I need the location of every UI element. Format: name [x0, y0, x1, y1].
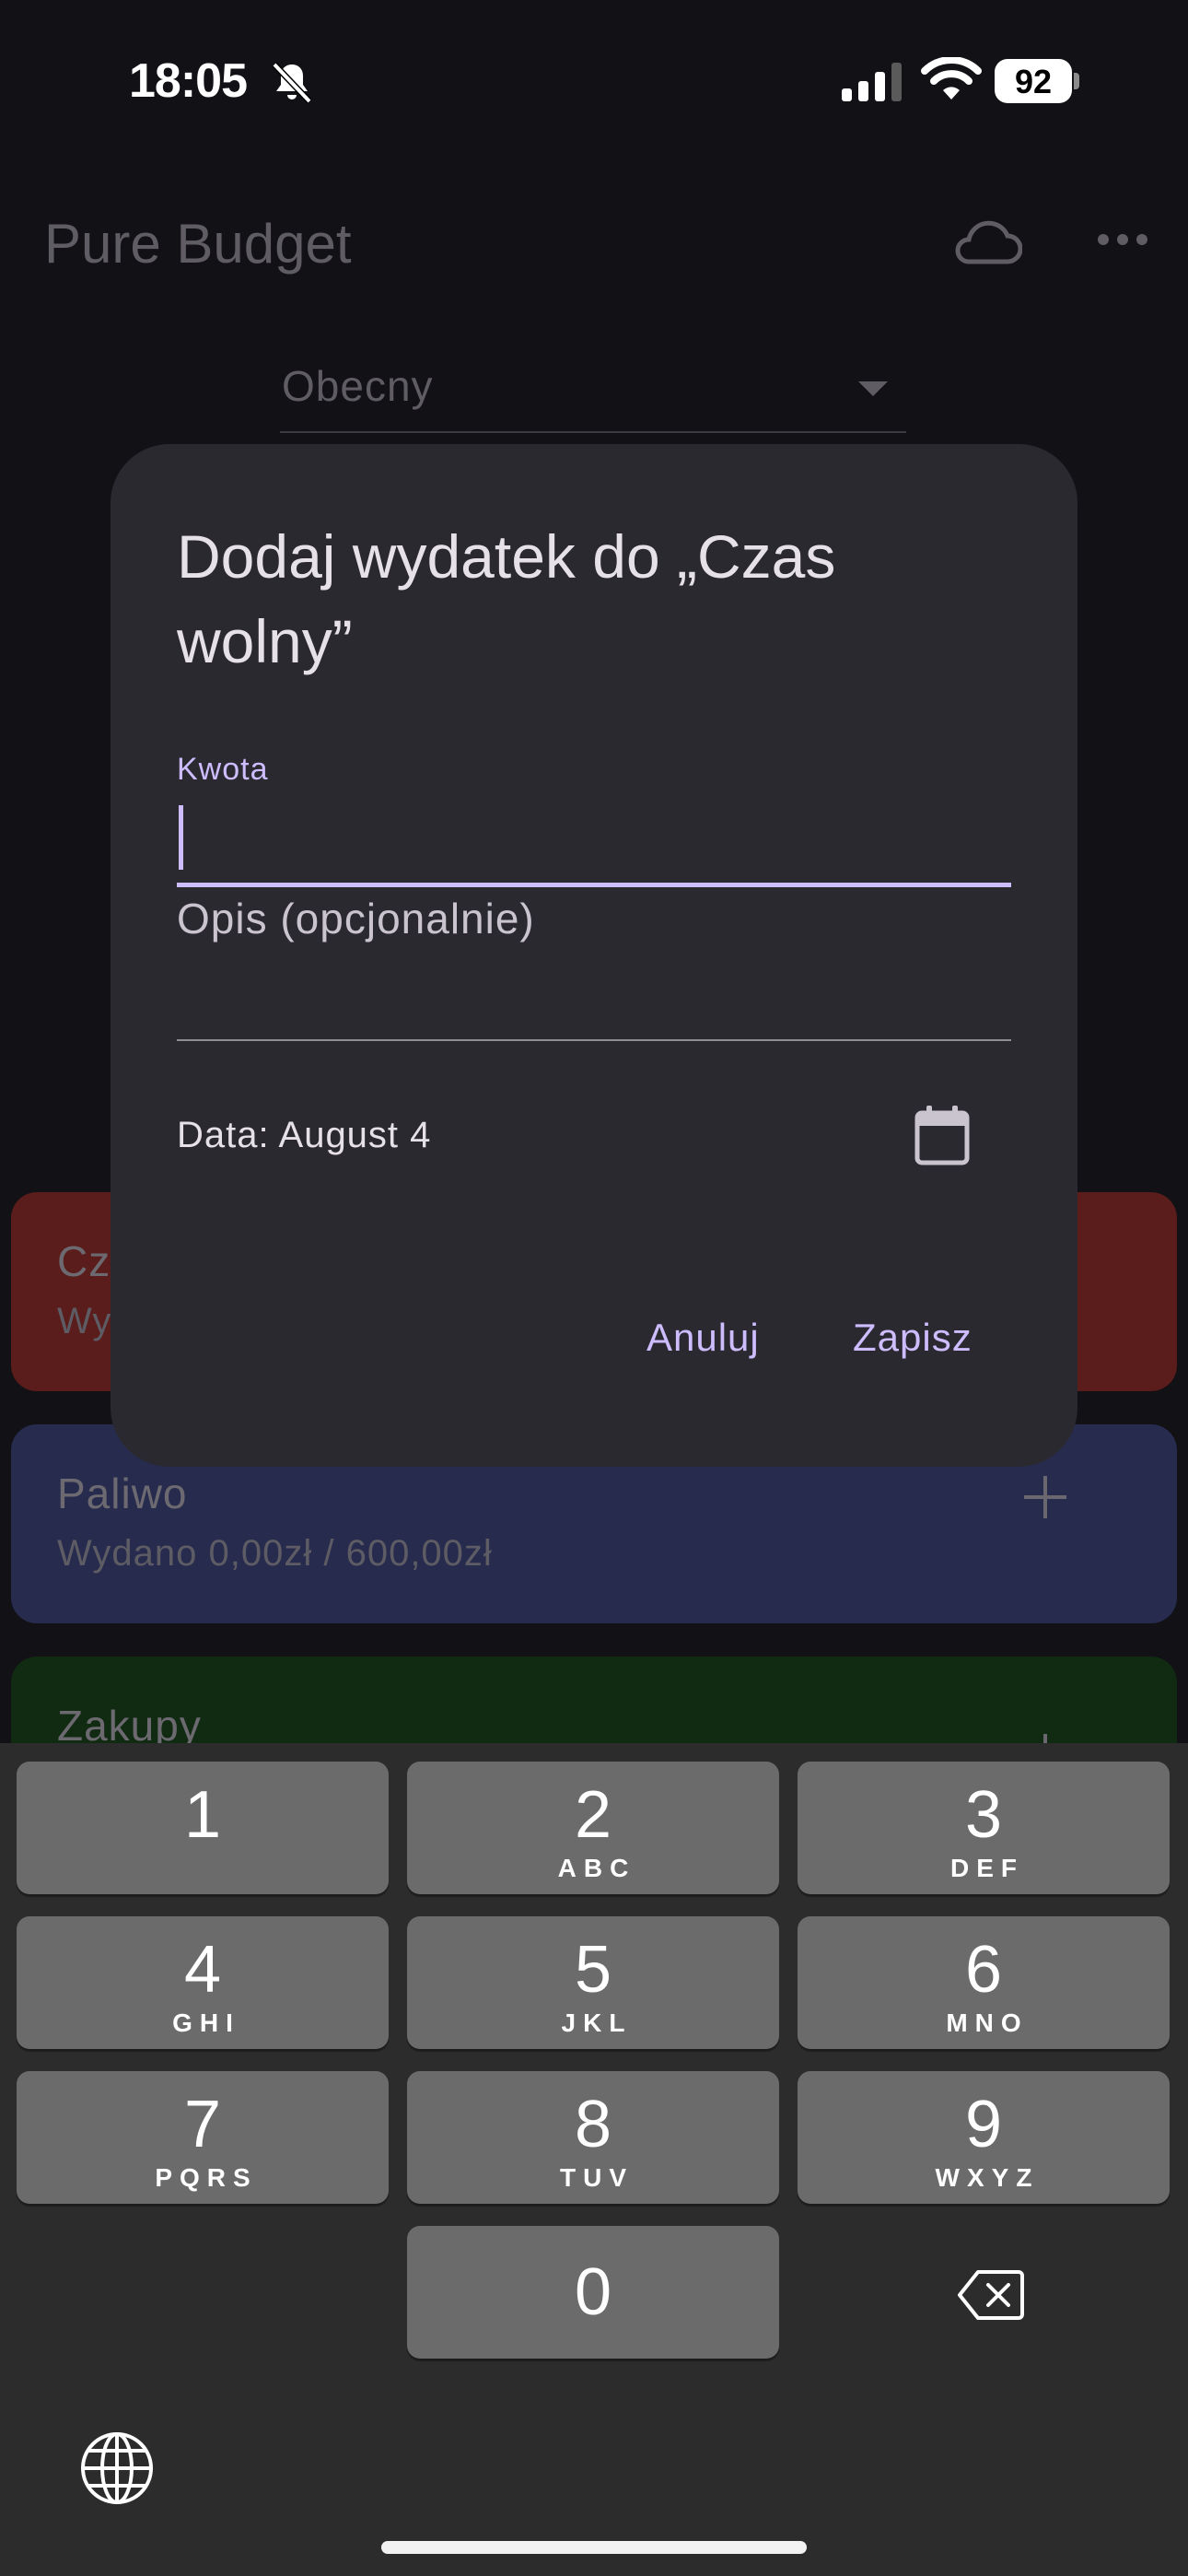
battery-level: 92	[1014, 63, 1053, 100]
cloud-icon[interactable]	[952, 216, 1022, 267]
signal-icon	[842, 63, 902, 101]
key-letters: WXYZ	[935, 2163, 1040, 2192]
key-letters: MNO	[946, 2008, 1029, 2037]
key-digit: 3	[964, 1778, 1003, 1852]
key-letters: ABC	[557, 1854, 636, 1882]
key-letters: JKL	[561, 2008, 633, 2037]
period-dropdown[interactable]: Obecny	[280, 350, 906, 433]
category-name: Paliwo	[57, 1469, 188, 1517]
key-letters: GHI	[172, 2008, 240, 2037]
app-title: Pure Budget	[44, 213, 352, 275]
dialog-title: Dodaj wydatek do „Czas wolny”	[177, 522, 836, 675]
period-selected-value: Obecny	[282, 362, 434, 410]
key-0[interactable]: 0	[407, 2226, 779, 2359]
wifi-icon	[921, 57, 982, 100]
backspace-icon[interactable]	[958, 2268, 1024, 2322]
key-2[interactable]: 2 ABC	[407, 1762, 779, 1894]
text-cursor	[179, 805, 183, 870]
amount-label: Kwota	[177, 752, 269, 787]
key-3[interactable]: 3 DEF	[798, 1762, 1170, 1894]
key-digit: 5	[574, 1933, 612, 2007]
add-expense-plus-icon[interactable]	[1024, 1476, 1066, 1518]
more-icon[interactable]	[1096, 228, 1149, 251]
date-label: Data: August 4	[177, 1115, 432, 1155]
add-expense-dialog: Dodaj wydatek do „Czas wolny” Kwota Opis…	[111, 444, 1077, 1467]
category-spent: Wy	[57, 1301, 112, 1341]
category-spent: Wydano 0,00zł / 600,00zł	[57, 1533, 493, 1574]
key-digit: 9	[964, 2088, 1003, 2161]
key-letters: PQRS	[155, 2163, 258, 2192]
description-field[interactable]	[177, 932, 1011, 1041]
status-time: 18:05	[129, 54, 248, 108]
category-name: Cz	[57, 1237, 111, 1285]
chevron-down-icon	[858, 381, 888, 396]
key-digit: 1	[183, 1778, 222, 1852]
key-letters: TUV	[560, 2163, 634, 2192]
calendar-icon[interactable]	[914, 1106, 971, 1166]
key-4[interactable]: 4 GHI	[17, 1916, 389, 2049]
key-digit: 8	[574, 2088, 612, 2161]
key-6[interactable]: 6 MNO	[798, 1916, 1170, 2049]
key-8[interactable]: 8 TUV	[407, 2071, 779, 2204]
key-7[interactable]: 7 PQRS	[17, 2071, 389, 2204]
key-digit: 7	[183, 2088, 222, 2161]
key-letters: DEF	[950, 1854, 1024, 1882]
key-digit: 6	[964, 1933, 1003, 2007]
battery-indicator: 92	[995, 59, 1081, 103]
key-digit: 0	[574, 2255, 612, 2329]
description-placeholder: Opis (opcjonalnie)	[177, 895, 535, 943]
bell-slash-icon	[272, 62, 312, 104]
amount-field[interactable]	[177, 794, 1011, 887]
cancel-button[interactable]: Anuluj	[646, 1316, 760, 1360]
globe-icon[interactable]	[79, 2430, 155, 2506]
key-digit: 4	[183, 1933, 222, 2007]
key-9[interactable]: 9 WXYZ	[798, 2071, 1170, 2204]
key-5[interactable]: 5 JKL	[407, 1916, 779, 2049]
key-1[interactable]: 1	[17, 1762, 389, 1894]
home-indicator	[381, 2541, 807, 2554]
key-digit: 2	[574, 1778, 612, 1852]
save-button[interactable]: Zapisz	[853, 1316, 973, 1360]
